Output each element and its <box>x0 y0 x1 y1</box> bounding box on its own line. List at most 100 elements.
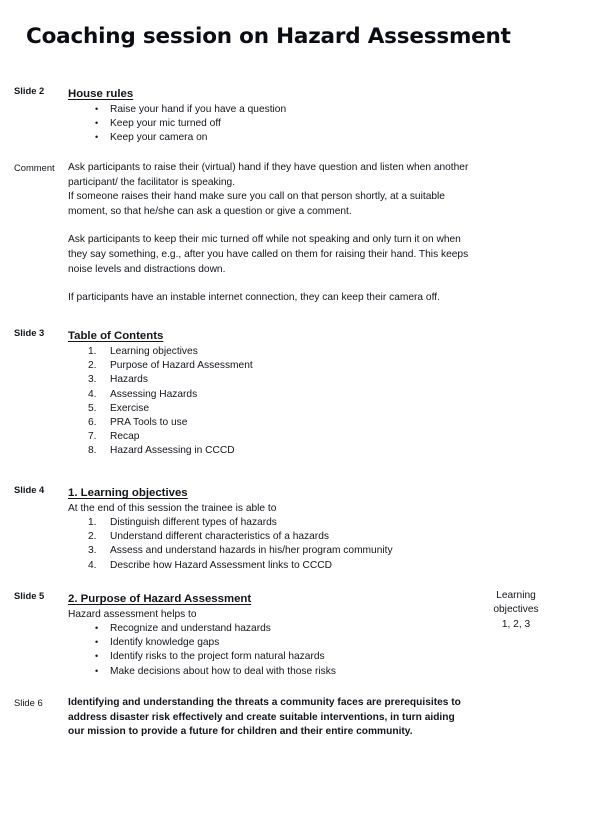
list-item: • Recognize and understand hazards <box>68 622 507 636</box>
list-item-label: Keep your camera on <box>110 132 208 144</box>
list-item: • Keep your mic turned off <box>68 117 507 131</box>
table-of-contents-heading: Table of Contents <box>68 330 164 342</box>
comment-line: Ask participants to keep their mic turne… <box>68 234 461 246</box>
bullet-icon: • <box>95 118 99 129</box>
list-item: 4. Describe how Hazard Assessment links … <box>68 559 507 573</box>
list-item-label: Make decisions about how to deal with th… <box>110 665 336 677</box>
list-item: 3. Hazards <box>68 373 507 387</box>
comment-line: moment, so that he/she can ask a questio… <box>68 205 352 217</box>
list-item: 1. Distinguish different types of hazard… <box>68 516 507 530</box>
section-purpose: Slide 5 Learning objectives 1, 2, 3 2. P… <box>0 589 597 679</box>
house-rules-list: • Raise your hand if you have a question… <box>68 103 507 146</box>
list-item: 8. Hazard Assessing in CCCD <box>68 444 507 458</box>
list-item-number: 3. <box>88 374 97 386</box>
list-item-label: Hazard Assessing in CCCD <box>110 445 235 457</box>
list-item-number: 4. <box>88 559 97 571</box>
learning-objectives-heading: 1. Learning objectives <box>68 487 188 499</box>
section-closing: Slide 6 Identifying and understanding th… <box>0 696 597 740</box>
list-item-label: Hazards <box>110 374 148 386</box>
list-item-label: Identify knowledge gaps <box>110 637 220 649</box>
purpose-intro: Hazard assessment helps to <box>68 609 197 620</box>
slide-label-comment: Comment <box>14 162 55 173</box>
closing-paragraph: Identifying and understanding the threat… <box>68 696 537 740</box>
slide-label-house-rules: Slide 2 <box>14 85 45 96</box>
learning-objectives-body: 1. Learning objectives At the end of thi… <box>68 483 597 573</box>
list-item-label: Recognize and understand hazards <box>110 623 271 634</box>
list-item-number: 4. <box>88 388 97 400</box>
section-house-rules: Slide 2 House rules • Raise your hand if… <box>0 84 597 146</box>
list-item: 5. Exercise <box>68 402 507 416</box>
list-item-label: Exercise <box>110 402 150 414</box>
list-item-label: Raise your hand if you have a question <box>110 104 287 115</box>
learning-objectives-list: 1. Distinguish different types of hazard… <box>68 516 507 573</box>
section-comment: Comment Ask participants to raise their … <box>0 161 597 306</box>
list-item: • Identify risks to the project form nat… <box>68 650 507 664</box>
closing-line: our mission to provide a future for chil… <box>68 726 413 738</box>
comment-line: noise levels and distractions down. <box>68 263 226 275</box>
slide-label-table-of-contents: Slide 3 <box>14 327 45 338</box>
comment-paragraph-1: Ask participants to raise their (virtual… <box>68 161 547 219</box>
comment-body: Ask participants to raise their (virtual… <box>68 161 597 306</box>
comment-line: If someone raises their hand make sure y… <box>68 191 445 203</box>
slide-label-learning-objectives: Slide 4 <box>14 484 45 495</box>
comment-paragraph-3: If participants have an instable interne… <box>68 291 547 306</box>
margin-note-line: Learning <box>496 590 536 601</box>
comment-line: If participants have an instable interne… <box>68 292 440 304</box>
list-item-number: 2. <box>88 360 97 372</box>
list-item-label: Assess and understand hazards in his/her… <box>110 545 393 557</box>
closing-body: Identifying and understanding the threat… <box>68 696 597 740</box>
list-item-number: 6. <box>88 417 97 429</box>
list-item-number: 3. <box>88 545 97 557</box>
comment-line: participant/ the facilitator is speaking… <box>68 176 236 188</box>
table-of-contents-list: 1. Learning objectives 2. Purpose of Haz… <box>68 345 507 459</box>
list-item-label: Assessing Hazards <box>110 388 198 400</box>
closing-line: Identifying and understanding the threat… <box>68 697 461 708</box>
list-item-label: Understand different characteristics of … <box>110 531 329 543</box>
table-of-contents-body: Table of Contents 1. Learning objectives… <box>68 326 597 459</box>
list-item: 2. Purpose of Hazard Assessment <box>68 359 507 373</box>
comment-line: they say something, e.g., after you have… <box>68 248 469 260</box>
list-item-label: Distinguish different types of hazards <box>110 517 277 528</box>
list-item: • Keep your camera on <box>68 131 507 145</box>
bullet-icon: • <box>95 623 99 633</box>
list-item-number: 5. <box>88 402 97 414</box>
list-item: • Identify knowledge gaps <box>68 636 507 650</box>
slide-label-closing: Slide 6 <box>14 697 43 708</box>
purpose-list: • Recognize and understand hazards • Ide… <box>68 622 507 679</box>
slide-label-purpose: Slide 5 <box>14 590 45 601</box>
list-item-number: 1. <box>88 346 97 357</box>
page-title: Coaching session on Hazard Assessment <box>26 24 511 49</box>
list-item-label: Recap <box>110 431 140 443</box>
list-item-number: 2. <box>88 531 97 543</box>
list-item: 6. PRA Tools to use <box>68 416 507 430</box>
bullet-icon: • <box>95 665 99 676</box>
bullet-icon: • <box>95 104 99 114</box>
list-item: • Raise your hand if you have a question <box>68 103 507 117</box>
section-table-of-contents: Slide 3 Table of Contents 1. Learning ob… <box>0 326 597 459</box>
list-item: 3. Assess and understand hazards in his/… <box>68 544 507 558</box>
margin-note-line: objectives <box>493 604 539 616</box>
document-page: Coaching session on Hazard Assessment Sl… <box>0 0 597 831</box>
comment-line: Ask participants to raise their (virtual… <box>68 162 469 173</box>
section-learning-objectives: Slide 4 1. Learning objectives At the en… <box>0 483 597 573</box>
house-rules-heading: House rules <box>68 88 134 100</box>
list-item-label: Keep your mic turned off <box>110 118 221 130</box>
list-item-label: PRA Tools to use <box>110 417 188 429</box>
list-item-label: Purpose of Hazard Assessment <box>110 360 253 372</box>
comment-paragraph-2: Ask participants to keep their mic turne… <box>68 233 547 277</box>
bullet-icon: • <box>95 132 99 143</box>
learning-objectives-intro: At the end of this session the trainee i… <box>68 503 277 514</box>
list-item: 7. Recap <box>68 430 507 444</box>
list-item-number: 1. <box>88 517 97 528</box>
list-item-label: Describe how Hazard Assessment links to … <box>110 559 332 571</box>
closing-line: address disaster risk effectively and cr… <box>68 711 455 723</box>
house-rules-body: House rules • Raise your hand if you hav… <box>68 84 597 146</box>
list-item: • Make decisions about how to deal with … <box>68 665 507 679</box>
bullet-icon: • <box>95 637 99 648</box>
list-item-label: Learning objectives <box>110 346 198 357</box>
list-item-number: 8. <box>88 445 97 457</box>
bullet-icon: • <box>95 651 99 662</box>
list-item: 2. Understand different characteristics … <box>68 530 507 544</box>
purpose-heading: 2. Purpose of Hazard Assessment <box>68 593 252 605</box>
list-item: 1. Learning objectives <box>68 345 507 359</box>
